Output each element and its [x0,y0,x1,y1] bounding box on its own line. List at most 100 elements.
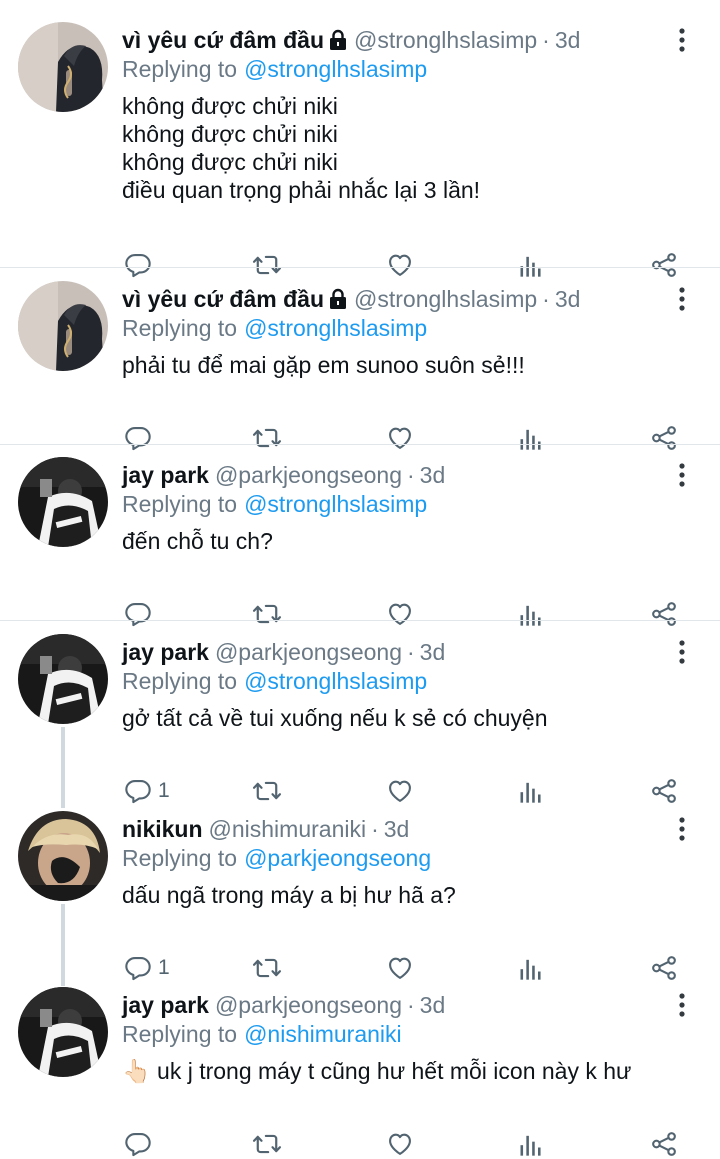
tweet-header: vì yêu cứ đâm đầu @stronglhslasimp · 3d [122,25,580,55]
mention-link[interactable]: @parkjeongseong [244,845,431,871]
display-name[interactable]: vì yêu cứ đâm đầu [122,27,324,53]
reply-button[interactable] [124,599,152,629]
analytics-button[interactable] [518,250,544,280]
retweet-button[interactable] [252,599,282,629]
like-button[interactable] [386,776,414,806]
share-button[interactable] [650,953,678,983]
tweet-header: jay park @parkjeongseong · 3d [122,990,445,1020]
timestamp[interactable]: 3d [420,639,446,665]
reply-button[interactable]: 1 [124,776,170,806]
share-button[interactable] [650,1129,678,1159]
analytics-button[interactable] [518,1129,544,1159]
heart-icon [386,954,414,982]
more-options-icon[interactable] [672,461,692,489]
timestamp[interactable]: 3d [420,992,446,1018]
display-name[interactable]: jay park [122,462,209,488]
separator-dot: · [542,286,550,312]
avatar[interactable] [18,634,108,724]
tweet-text-line: gở tất cả về tui xuống nếu k sẻ có chuyệ… [122,705,548,731]
replying-to: Replying to @stronglhslasimp [122,54,427,84]
mention-link[interactable]: @nishimuraniki [244,1021,402,1047]
retweet-button[interactable] [252,423,282,453]
avatar[interactable] [18,457,108,547]
tweet-divider [0,444,720,445]
mention-link[interactable]: @stronglhslasimp [244,315,427,341]
reply-button[interactable]: 1 [124,953,170,983]
separator-dot: · [407,639,415,665]
tweet-header: vì yêu cứ đâm đầu @stronglhslasimp · 3d [122,284,580,314]
display-name[interactable]: nikikun [122,816,203,842]
user-handle[interactable]: @nishimuraniki [209,816,367,842]
reply-icon [124,1130,152,1158]
more-options-icon[interactable] [672,815,692,843]
user-handle[interactable]: @stronglhslasimp [354,286,537,312]
reply-thread: vì yêu cứ đâm đầu @stronglhslasimp · 3d Repl… [0,0,720,1157]
avatar[interactable] [18,987,108,1077]
share-button[interactable] [650,423,678,453]
tweet-text-line: không được chửi niki [122,149,338,175]
retweet-button[interactable] [252,250,282,280]
analytics-button[interactable] [518,953,544,983]
reply-icon [124,251,152,279]
mention-link[interactable]: @stronglhslasimp [244,668,427,694]
tweet-divider [0,620,720,621]
avatar[interactable] [18,281,108,371]
display-name[interactable]: jay park [122,639,209,665]
timestamp[interactable]: 3d [555,27,581,53]
analytics-icon [518,1130,544,1158]
analytics-button[interactable] [518,423,544,453]
replying-to-label: Replying to [122,845,238,871]
more-options-icon[interactable] [672,638,692,666]
reply-button[interactable] [124,1129,152,1159]
user-handle[interactable]: @parkjeongseong [215,462,402,488]
analytics-button[interactable] [518,599,544,629]
tweet-text-line: 👆🏻 uk j trong máy t cũng hư hết mỗi icon… [122,1058,632,1084]
more-options-icon[interactable] [672,285,692,313]
tweet-text-line: không được chửi niki [122,121,338,147]
tweet-text-line: dấu ngã trong máy a bị hư hã a? [122,882,456,908]
share-icon [650,251,678,279]
reply-button[interactable] [124,250,152,280]
analytics-icon [518,954,544,982]
timestamp[interactable]: 3d [420,462,446,488]
retweet-button[interactable] [252,776,282,806]
heart-icon [386,424,414,452]
share-button[interactable] [650,776,678,806]
heart-icon [386,600,414,628]
like-button[interactable] [386,423,414,453]
separator-dot: · [407,992,415,1018]
more-options-icon[interactable] [672,26,692,54]
retweet-button[interactable] [252,1129,282,1159]
avatar[interactable] [18,22,108,112]
user-handle[interactable]: @parkjeongseong [215,639,402,665]
more-options-icon[interactable] [672,991,692,1019]
share-button[interactable] [650,250,678,280]
user-handle[interactable]: @stronglhslasimp [354,27,537,53]
analytics-icon [518,777,544,805]
like-button[interactable] [386,599,414,629]
analytics-icon [518,251,544,279]
retweet-icon [252,600,282,628]
share-button[interactable] [650,599,678,629]
reply-count: 1 [158,779,170,802]
display-name[interactable]: vì yêu cứ đâm đầu [122,286,324,312]
thread-connector [61,727,65,808]
reply-count: 1 [158,956,170,979]
timestamp[interactable]: 3d [384,816,410,842]
like-button[interactable] [386,250,414,280]
reply-icon [124,954,152,982]
tweet-text-line: đến chỗ tu ch? [122,528,273,554]
analytics-button[interactable] [518,776,544,806]
analytics-icon [518,424,544,452]
timestamp[interactable]: 3d [555,286,581,312]
mention-link[interactable]: @stronglhslasimp [244,56,427,82]
avatar[interactable] [18,811,108,901]
mention-link[interactable]: @stronglhslasimp [244,491,427,517]
user-handle[interactable]: @parkjeongseong [215,992,402,1018]
display-name[interactable]: jay park [122,992,209,1018]
retweet-button[interactable] [252,953,282,983]
like-button[interactable] [386,953,414,983]
replying-to: Replying to @parkjeongseong [122,843,431,873]
reply-button[interactable] [124,423,152,453]
like-button[interactable] [386,1129,414,1159]
